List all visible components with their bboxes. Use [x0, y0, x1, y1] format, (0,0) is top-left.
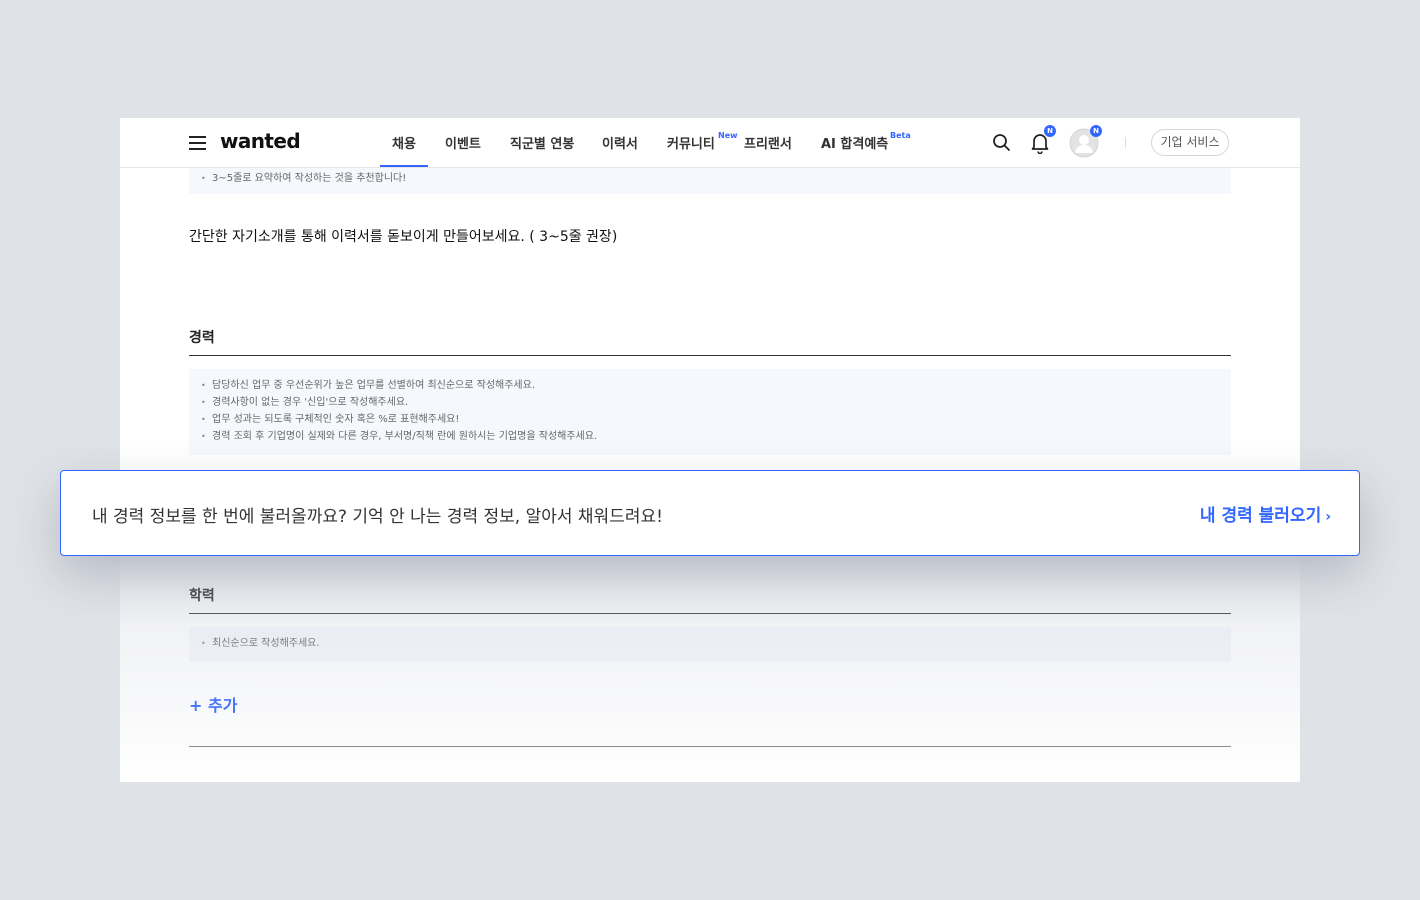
- nav-item-jobs[interactable]: 채용: [380, 133, 428, 167]
- resume-page: wanted 채용 이벤트 직군별 연봉 이력서 커뮤니티 New 프리랜서 A…: [120, 118, 1300, 782]
- corporate-service-button[interactable]: 기업 서비스: [1151, 129, 1229, 156]
- ai-beta-badge: Beta: [890, 131, 911, 140]
- nav-item-salary[interactable]: 직군별 연봉: [510, 133, 574, 152]
- import-career-button[interactable]: 내 경력 불러오기 ›: [1200, 501, 1331, 526]
- education-tip: 최신순으로 작성해주세요.: [201, 635, 1219, 652]
- top-nav: wanted 채용 이벤트 직군별 연봉 이력서 커뮤니티 New 프리랜서 A…: [120, 118, 1300, 168]
- wanted-logo[interactable]: wanted: [220, 129, 301, 153]
- career-import-banner: 내 경력 정보를 한 번에 불러올까요? 기억 안 나는 경력 정보, 알아서 …: [60, 470, 1360, 556]
- career-tip: 담당하신 업무 중 우선순위가 높은 업무를 선별하여 최신순으로 작성해주세요…: [201, 377, 1219, 394]
- nav-item-community[interactable]: 커뮤니티: [667, 133, 715, 152]
- nav-item-events[interactable]: 이벤트: [445, 133, 481, 152]
- import-career-label: 내 경력 불러오기: [1199, 506, 1322, 526]
- career-title: 경력: [189, 330, 215, 346]
- career-notice: 담당하신 업무 중 우선순위가 높은 업무를 선별하여 최신순으로 작성해주세요…: [189, 369, 1231, 455]
- intro-notice: 3~5줄로 요약하여 작성하는 것을 추천합니다!: [189, 168, 1231, 194]
- career-divider: [189, 355, 1231, 356]
- education-notice: 최신순으로 작성해주세요.: [189, 627, 1231, 662]
- notification-badge: N: [1044, 125, 1056, 137]
- career-tip: 업무 성과는 되도록 구체적인 숫자 혹은 %로 표현해주세요!: [201, 411, 1219, 428]
- search-icon[interactable]: [992, 133, 1012, 157]
- profile-badge: N: [1090, 125, 1102, 137]
- nav-item-ai-prediction[interactable]: AI 합격예측: [821, 133, 888, 152]
- add-education-button[interactable]: + 추가: [189, 692, 237, 716]
- intro-tip: 3~5줄로 요약하여 작성하는 것을 추천합니다!: [201, 170, 1219, 187]
- menu-icon[interactable]: [189, 136, 206, 150]
- banner-message: 내 경력 정보를 한 번에 불러올까요? 기억 안 나는 경력 정보, 알아서 …: [92, 507, 663, 527]
- community-new-badge: New: [718, 131, 738, 140]
- intro-textarea[interactable]: 간단한 자기소개를 통해 이력서를 돋보이게 만들어보세요. ( 3~5줄 권장…: [189, 226, 617, 246]
- education-divider: [189, 613, 1231, 614]
- chevron-right-icon: ›: [1325, 509, 1331, 525]
- nav-item-resume[interactable]: 이력서: [602, 133, 638, 152]
- nav-item-freelancer[interactable]: 프리랜서: [744, 133, 792, 152]
- avatar-icon[interactable]: N: [1069, 125, 1102, 158]
- nav-divider: [1125, 137, 1126, 148]
- bell-icon[interactable]: N: [1030, 125, 1056, 155]
- career-tip: 경력사항이 없는 경우 '신입'으로 작성해주세요.: [201, 394, 1219, 411]
- career-tip: 경력 조회 후 기업명이 실제와 다른 경우, 부서명/직책 란에 원하시는 기…: [201, 428, 1219, 445]
- education-title: 학력: [189, 588, 215, 604]
- section-bottom-divider: [189, 746, 1231, 747]
